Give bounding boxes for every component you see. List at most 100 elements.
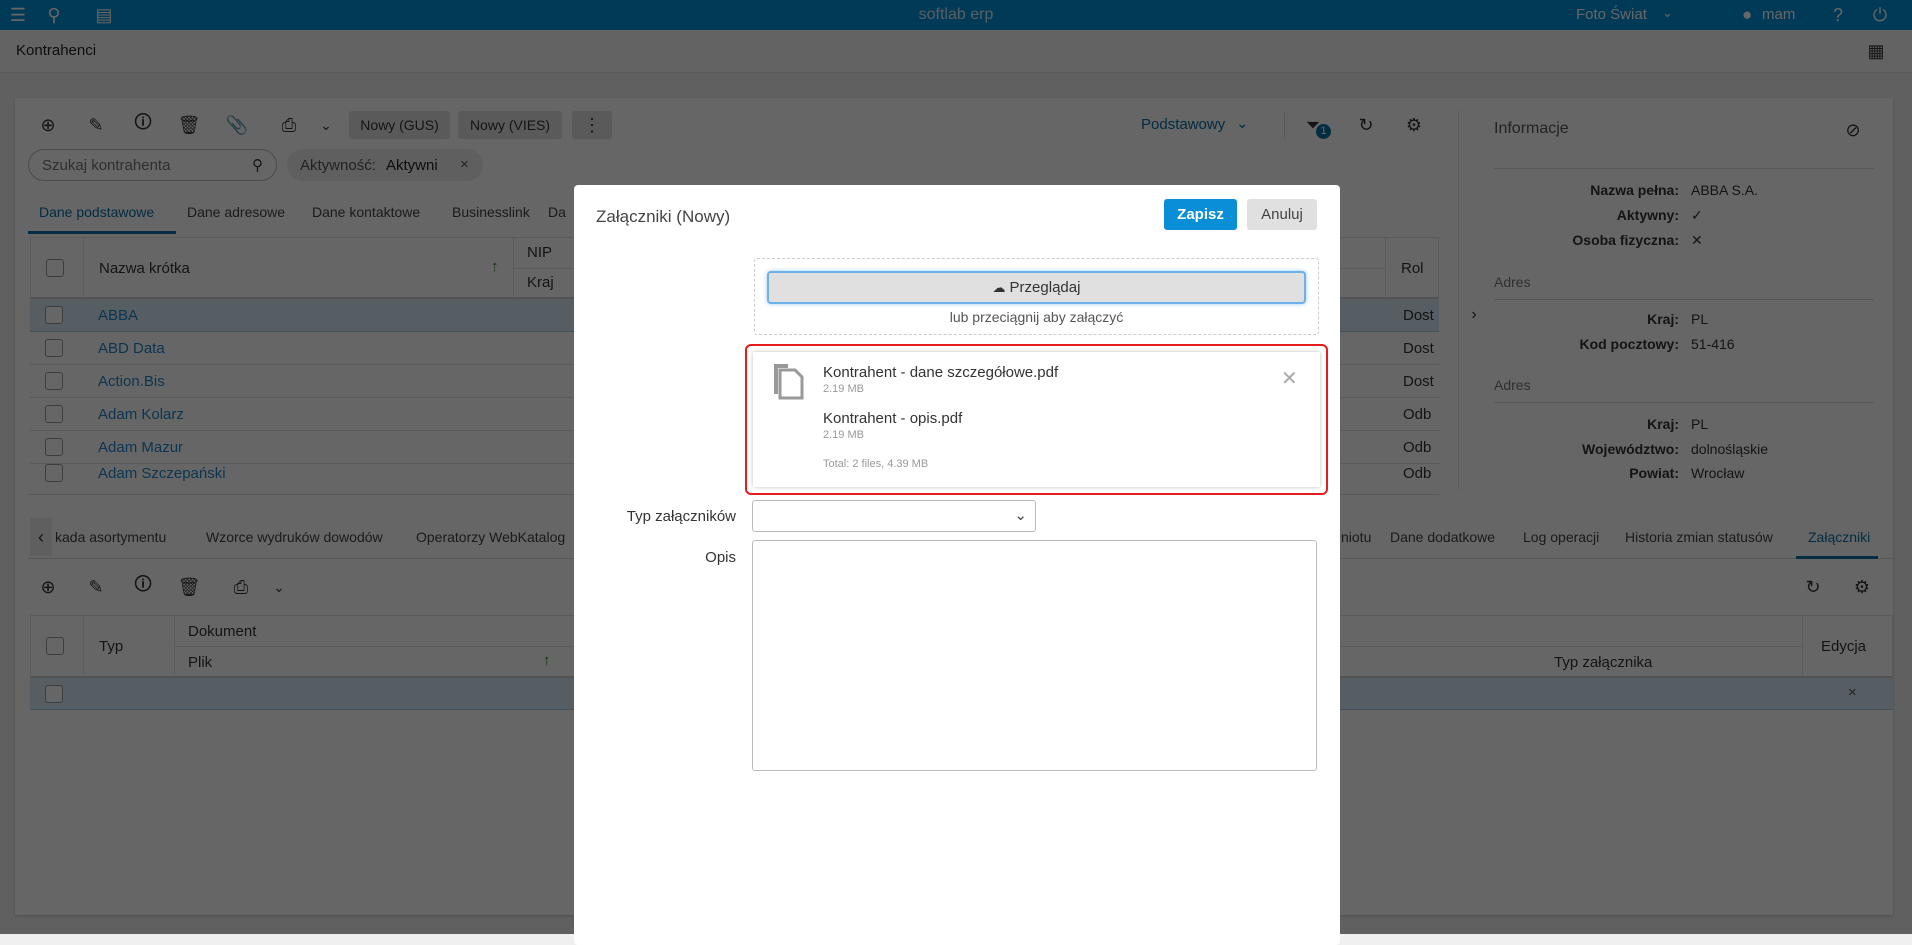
refresh-icon[interactable]: ↻ [1354,113,1378,137]
news-icon[interactable]: ▤ [92,3,116,27]
save-button[interactable]: Zapisz [1164,199,1237,230]
column-kraj[interactable]: Kraj [527,274,554,291]
tab-dane-podstawowe[interactable]: Dane podstawowe [39,204,154,220]
details-icon[interactable]: 🛈 [131,112,155,137]
tab-bottom[interactable]: Dane dodatkowe [1390,529,1495,545]
info-value: ABBA S.A. [1691,182,1758,198]
chevron-down-icon: ⌄ [1014,507,1027,524]
tab-bottom[interactable]: kada asortymentu [55,529,166,545]
add-icon[interactable]: ⊕ [36,113,60,137]
description-textarea[interactable] [752,540,1317,771]
user-icon[interactable]: ● [1742,5,1752,25]
tab-bottom[interactable]: Historia zmian statusów [1625,529,1773,545]
layout-icon[interactable]: ▦ [1864,39,1888,63]
column-edycja[interactable]: Edycja [1821,638,1866,655]
tab-dane-kontaktowe[interactable]: Dane kontaktowe [312,204,420,220]
column-plik[interactable]: Plik [188,654,212,671]
info-value: dolnośląskie [1691,441,1769,457]
delete-icon[interactable]: 🗑 [177,113,201,137]
more-icon[interactable]: ⋮ [572,111,612,139]
active-tab-indicator [28,231,176,234]
tab-dane-adresowe[interactable]: Dane adresowe [187,204,285,220]
row-role: Dost [1403,373,1434,390]
close-icon[interactable]: × [1848,684,1857,701]
row-checkbox[interactable] [45,685,63,703]
scroll-tabs-left-button[interactable]: ‹ [30,518,52,556]
row-name[interactable]: Adam Kolarz [98,406,184,423]
info-value: 51-416 [1691,336,1735,352]
tab-bottom[interactable]: Log operacji [1523,529,1599,545]
new-gus-button[interactable]: Nowy (GUS) [349,111,450,139]
column-nazwa-krotka[interactable]: Nazwa krótka [99,260,190,277]
row-checkbox[interactable] [45,372,63,390]
file-list-highlight: Kontrahent - dane szczegółowe.pdf 2.19 M… [745,344,1328,495]
delete-icon[interactable]: 🗑 [177,575,201,599]
select-all-checkbox[interactable] [46,637,64,655]
info-value: PL [1691,416,1709,432]
refresh-icon[interactable]: ↻ [1801,575,1825,599]
user-name[interactable]: mam [1762,6,1795,23]
settings-icon[interactable]: ⚙ [1850,575,1874,599]
column-typ-zalacznika[interactable]: Typ załącznika [1554,654,1652,671]
tab-bottom[interactable]: niotu [1341,529,1371,545]
attachment-icon[interactable]: 📎 [225,113,249,137]
column-dokument[interactable]: Dokument [188,623,256,640]
row-name[interactable]: ABBA [98,307,138,324]
edit-icon[interactable]: ✎ [84,113,108,137]
section-title: Adres [1494,274,1531,290]
row-checkbox[interactable] [45,306,63,324]
search-icon[interactable]: ⚲ [252,156,263,174]
drop-zone[interactable]: ☁ Przeglądaj lub przeciągnij aby załączy… [754,258,1319,335]
print-icon[interactable]: ⎙ [277,113,301,137]
eye-off-icon[interactable]: ⊘ [1841,118,1865,142]
row-role: Odb [1403,439,1432,456]
divider [1458,110,1459,490]
row-checkbox[interactable] [45,464,63,482]
file-size: 2.19 MB [823,383,864,395]
company-selector[interactable]: Foto Świat [1576,6,1647,23]
cancel-button[interactable]: Anuluj [1247,199,1317,230]
search-icon[interactable]: ⚲ [42,3,66,27]
column-nip[interactable]: NIP [527,244,552,261]
attachment-type-select[interactable]: ⌄ [752,500,1036,532]
tab-bottom[interactable]: Wzorce wydruków dowodów [206,529,383,545]
search-input[interactable] [28,149,277,181]
tab-bottom[interactable]: Operatorzy WebKatalog [416,529,565,545]
tab-businesslink[interactable]: Businesslink [452,204,530,220]
new-vies-button[interactable]: Nowy (VIES) [458,111,562,139]
row-checkbox[interactable] [45,438,63,456]
add-icon[interactable]: ⊕ [36,575,60,599]
chevron-right-icon[interactable]: › [1462,303,1486,327]
power-icon[interactable]: ⏻ [1868,3,1892,27]
remove-files-icon[interactable]: ✕ [1281,366,1298,391]
row-role: Odb [1403,406,1432,423]
browse-button[interactable]: ☁ Przeglądaj [767,271,1306,304]
row-name[interactable]: Adam Szczepański [98,465,226,482]
row-name[interactable]: Adam Mazur [98,439,183,456]
help-icon[interactable]: ? [1826,3,1850,27]
tab-more[interactable]: Da [548,204,566,220]
info-label: Powiat: [1629,465,1679,481]
row-name[interactable]: ABD Data [98,340,165,357]
row-checkbox[interactable] [45,339,63,357]
info-title: Informacje [1494,120,1569,137]
tab-zalaczniki[interactable]: Załączniki [1808,529,1870,545]
column-role[interactable]: Rol [1401,260,1424,277]
row-checkbox[interactable] [45,405,63,423]
chevron-down-icon[interactable]: ⌄ [267,575,291,599]
column-typ[interactable]: Typ [99,638,123,655]
info-label: Kod pocztowy: [1579,336,1679,352]
close-icon[interactable]: × [460,156,469,173]
row-name[interactable]: Action.Bis [98,373,165,390]
row-role: Odb [1403,465,1432,482]
filter-chip-value: Aktywni [386,157,438,174]
edit-icon[interactable]: ✎ [84,575,108,599]
chevron-down-icon[interactable]: ⌄ [314,113,338,137]
menu-icon[interactable]: ☰ [6,3,30,27]
chevron-down-icon[interactable]: ⌄ [1662,5,1673,21]
select-all-checkbox[interactable] [46,259,64,277]
settings-icon[interactable]: ⚙ [1402,113,1426,137]
details-icon[interactable]: 🛈 [131,574,155,599]
view-selector[interactable]: Podstawowy [1141,116,1225,133]
print-icon[interactable]: ⎙ [229,575,253,599]
